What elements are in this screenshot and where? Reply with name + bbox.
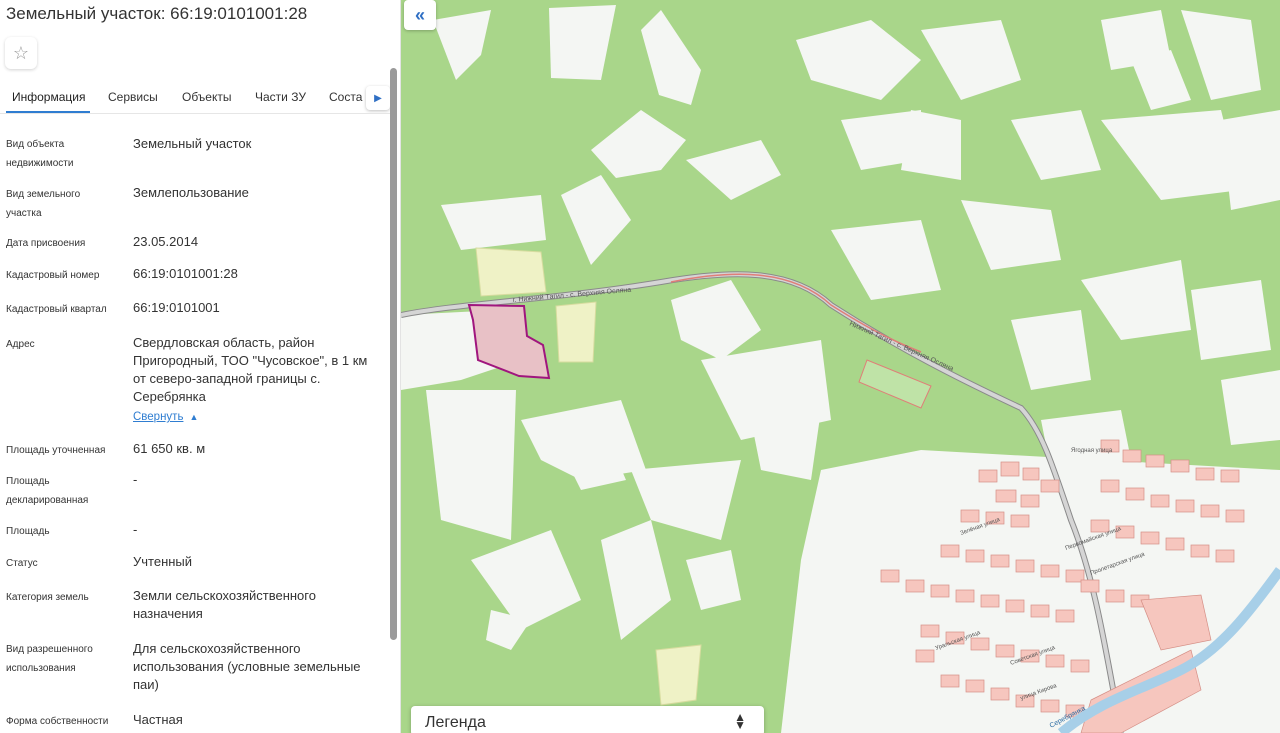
panel-scrollbar[interactable] bbox=[390, 68, 397, 640]
field-value: Земельный участок bbox=[133, 136, 252, 151]
field-label: Форма собственности bbox=[6, 716, 109, 727]
double-chevron-left-icon: « bbox=[414, 4, 425, 25]
field-label: Статус bbox=[6, 558, 38, 569]
map-view[interactable]: г. Нижний Тагил - с. Верхняя Осляна Нижн… bbox=[401, 0, 1280, 733]
chevron-right-icon: ▶ bbox=[374, 92, 382, 104]
field-label: Вид земельного участка bbox=[6, 189, 81, 219]
tabs-scroll-right-button[interactable]: ▶ bbox=[366, 86, 390, 110]
field-label: Кадастровый квартал bbox=[6, 304, 107, 315]
field-label: Площадь уточненная bbox=[6, 445, 106, 456]
field-value: - bbox=[133, 472, 138, 487]
info-panel: Земельный участок: 66:19:0101001:28 ☆ Ин… bbox=[0, 0, 401, 733]
field-value: 66:19:0101001 bbox=[133, 300, 220, 315]
field-label: Вид разрешенного использования bbox=[6, 644, 93, 674]
field-label: Категория земель bbox=[6, 592, 89, 603]
chevron-up-icon: ▲ bbox=[189, 412, 199, 422]
field-parcel bbox=[858, 359, 932, 409]
road-label-2: Нижний Тагил - с. Верхняя Осляна bbox=[848, 320, 955, 373]
active-tab-indicator bbox=[6, 111, 90, 113]
page-title: Земельный участок: 66:19:0101001:28 bbox=[6, 4, 308, 23]
street-label: Ягодная улица bbox=[1071, 448, 1113, 454]
field-value: 66:19:0101001:28 bbox=[133, 266, 238, 281]
field-label: Кадастровый номер bbox=[6, 270, 100, 281]
field-label: Площадь bbox=[6, 526, 50, 537]
tab-bar: Информация Сервисы Объекты Части ЗУ Сост… bbox=[0, 84, 392, 114]
field-value: Учтенный bbox=[133, 554, 193, 569]
tab-objects[interactable]: Объекты bbox=[182, 90, 232, 104]
favorite-button[interactable]: ☆ bbox=[5, 37, 37, 69]
field-value: Для сельскохозяйственного использования … bbox=[133, 641, 361, 692]
star-icon: ☆ bbox=[12, 42, 30, 63]
tab-composition[interactable]: Соста bbox=[329, 90, 362, 104]
address-value: Свердловская область, район Пригородный,… bbox=[133, 335, 368, 404]
sort-chevrons-icon: ▲ ▼ bbox=[734, 710, 746, 732]
collapse-link-label: Свернуть bbox=[133, 411, 184, 423]
tab-parts[interactable]: Части ЗУ bbox=[255, 90, 306, 104]
field-value: 61 650 кв. м bbox=[133, 441, 206, 456]
field-label: Адрес bbox=[6, 339, 35, 350]
tab-information[interactable]: Информация bbox=[12, 90, 85, 104]
field-value: - bbox=[133, 522, 138, 537]
legend-dropdown[interactable]: Легенда ▲ ▼ bbox=[411, 706, 764, 733]
field-label: Площадь декларированная bbox=[6, 476, 89, 506]
field-value: Землепользование bbox=[133, 185, 249, 200]
collapse-link[interactable]: Свернуть ▲ bbox=[133, 411, 198, 423]
field-value: Частная bbox=[133, 712, 183, 727]
field-value: 23.05.2014 bbox=[133, 234, 199, 249]
tab-services[interactable]: Сервисы bbox=[108, 90, 158, 104]
map-canvas: г. Нижний Тагил - с. Верхняя Осляна Нижн… bbox=[401, 5, 1280, 733]
legend-label: Легенда bbox=[425, 714, 486, 731]
field-label: Вид объекта недвижимости bbox=[6, 139, 74, 169]
field-label: Дата присвоения bbox=[6, 238, 86, 249]
field-value: Земли сельскохозяйственного назначения bbox=[133, 588, 316, 621]
collapse-panel-button[interactable]: « bbox=[404, 0, 436, 30]
